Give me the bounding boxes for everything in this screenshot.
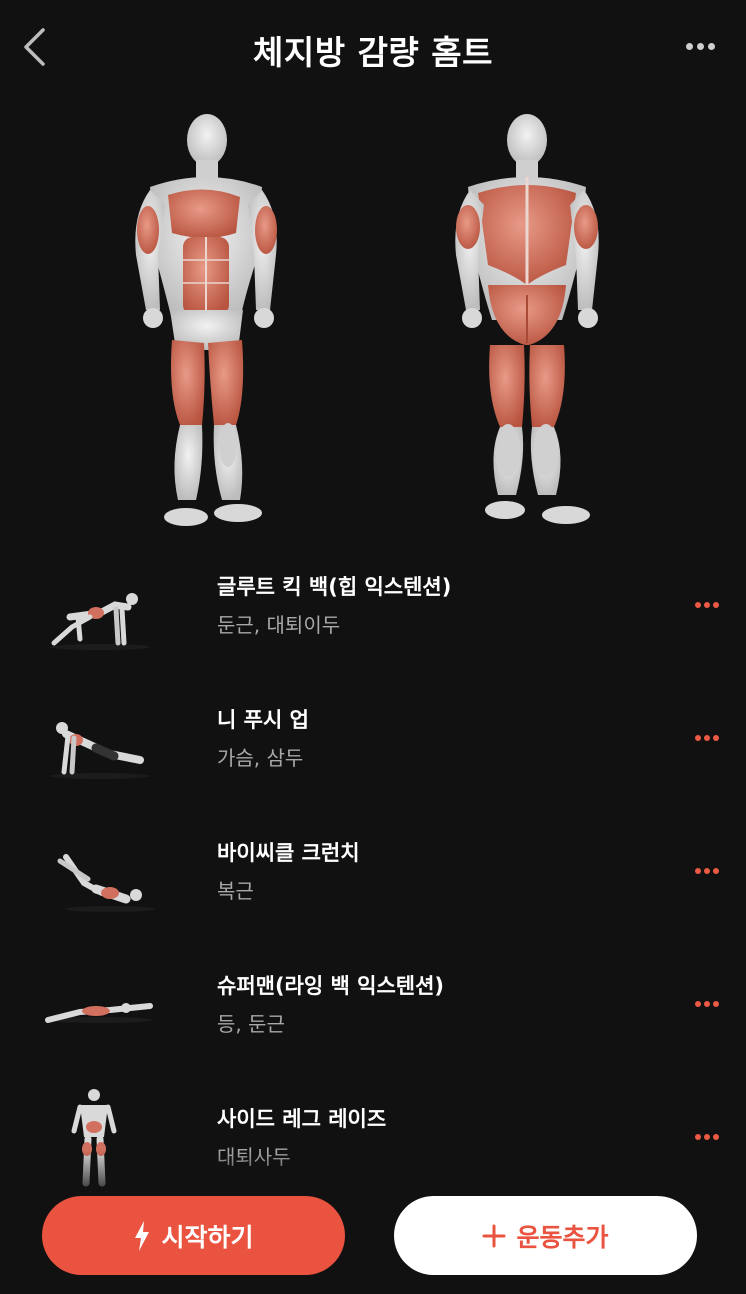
back-body-figure <box>455 114 599 524</box>
more-horizontal-icon <box>695 735 701 741</box>
muscle-anatomy-illustration <box>135 114 599 526</box>
front-body-figure <box>135 114 277 526</box>
exercise-muscles: 둔근, 대퇴이두 <box>217 613 341 637</box>
start-workout-label: 시작하기 <box>161 1222 254 1252</box>
add-exercise-button[interactable]: 운동추가 <box>394 1196 697 1275</box>
lightning-icon <box>135 1220 150 1251</box>
exercise-row-side-leg-raise[interactable]: 사이드 레그 레이즈 대퇴사두 <box>0 1077 746 1197</box>
more-horizontal-icon <box>695 868 701 874</box>
exercise-name: 바이씨클 크런치 <box>217 841 360 865</box>
exercise-muscles: 복근 <box>217 879 254 903</box>
glute-kickback-thumbnail <box>50 593 150 650</box>
exercise-more-button[interactable] <box>692 595 722 615</box>
more-options-button[interactable] <box>680 32 720 60</box>
exercise-row-superman[interactable]: 슈퍼맨(라잉 백 익스텐션) 등, 둔근 <box>0 944 746 1064</box>
more-horizontal-icon <box>695 602 701 608</box>
exercise-more-button[interactable] <box>692 1127 722 1147</box>
exercise-row-glute-kickback[interactable]: 글루트 킥 백(힙 익스텐션) 둔근, 대퇴이두 <box>0 545 746 665</box>
start-workout-button[interactable]: 시작하기 <box>42 1196 345 1275</box>
exercise-muscles: 대퇴사두 <box>217 1145 291 1169</box>
exercise-muscles: 등, 둔근 <box>217 1012 285 1036</box>
exercise-name: 글루트 킥 백(힙 익스텐션) <box>217 575 452 599</box>
exercise-more-button[interactable] <box>692 728 722 748</box>
exercise-row-bicycle-crunch[interactable]: 바이씨클 크런치 복근 <box>0 811 746 931</box>
superman-thumbnail <box>45 1003 153 1023</box>
exercise-name: 사이드 레그 레이즈 <box>217 1107 387 1131</box>
more-horizontal-icon <box>685 42 693 50</box>
exercise-more-button[interactable] <box>692 861 722 881</box>
add-exercise-label: 운동추가 <box>516 1222 609 1252</box>
exercise-row-knee-pushup[interactable]: 니 푸시 업 가슴, 삼두 <box>0 678 746 798</box>
exercise-muscles: 가슴, 삼두 <box>217 746 304 770</box>
more-horizontal-icon <box>695 1134 701 1140</box>
exercise-name: 슈퍼맨(라잉 백 익스텐션) <box>217 974 445 998</box>
more-horizontal-icon <box>695 1001 701 1007</box>
knee-pushup-thumbnail <box>50 722 150 779</box>
bicycle-crunch-thumbnail <box>57 854 155 912</box>
exercise-name: 니 푸시 업 <box>217 708 309 732</box>
side-leg-raise-thumbnail <box>71 1089 117 1187</box>
exercise-more-button[interactable] <box>692 994 722 1014</box>
page-title: 체지방 감량 홈트 <box>253 33 493 72</box>
plus-icon <box>482 1224 506 1247</box>
header-bar: 체지방 감량 홈트 <box>0 0 746 100</box>
